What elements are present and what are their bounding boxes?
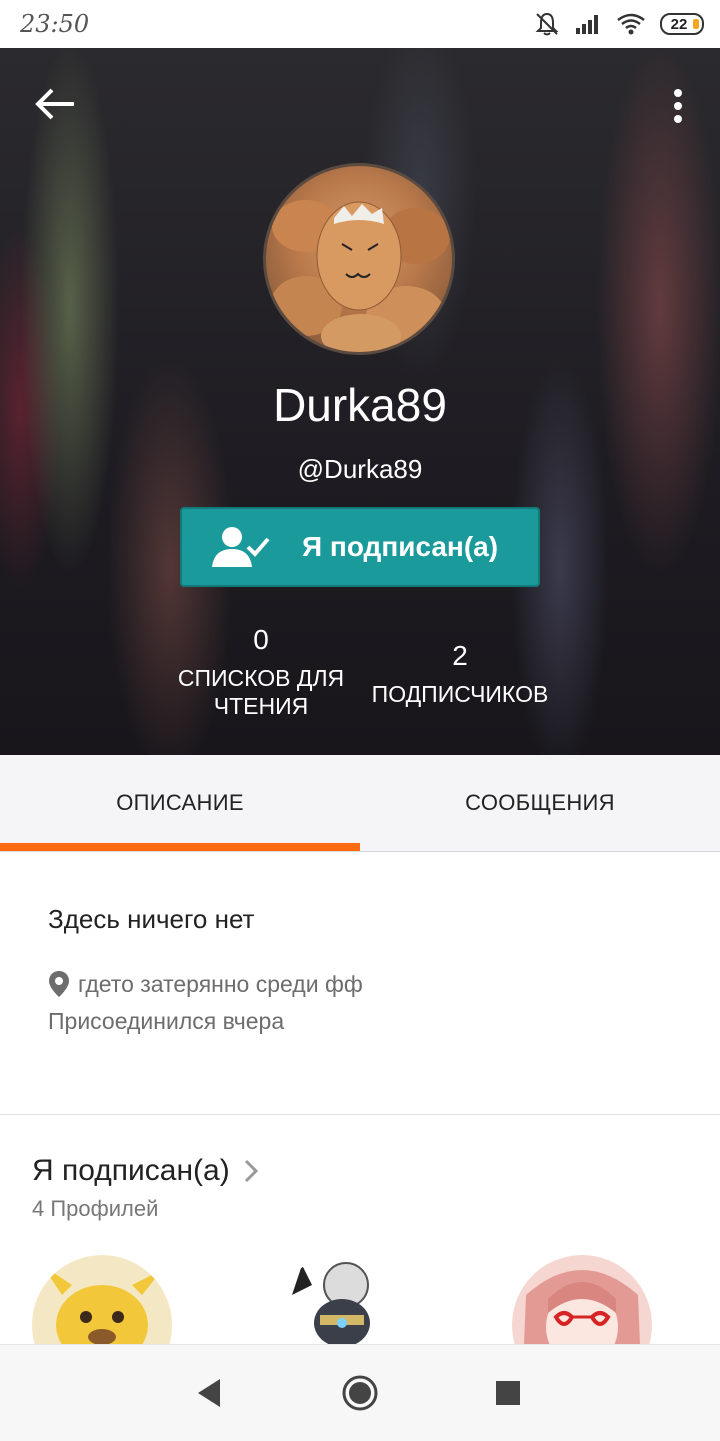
joined-date: Присоединился вчера	[48, 1008, 285, 1034]
following-button-label: Я подписан(а)	[302, 531, 499, 562]
section-divider	[0, 1114, 720, 1115]
wifi-icon	[617, 13, 645, 35]
back-triangle-icon[interactable]	[190, 1373, 230, 1413]
more-vert-icon[interactable]	[670, 88, 686, 124]
following-section-title[interactable]: Я подписан(а)	[32, 1154, 258, 1188]
following-count: 4 Профилей	[32, 1196, 159, 1221]
stat-followers[interactable]: 2 ПОДПИСЧИКОВ	[360, 640, 560, 708]
active-tab-indicator	[0, 843, 360, 851]
location-row: гдето затерянно среди фф	[48, 970, 363, 998]
user-check-icon	[212, 527, 270, 567]
stat-followers-label: ПОДПИСЧИКОВ	[371, 681, 549, 707]
about-description: Здесь ничего нет	[48, 904, 255, 934]
system-nav-bar	[0, 1344, 720, 1441]
status-bar: 23:50 22	[0, 0, 720, 48]
stat-reading-lists-value: 0	[253, 624, 269, 655]
following-button[interactable]: Я подписан(а)	[180, 507, 540, 587]
status-time: 23:50	[20, 10, 90, 38]
recents-square-icon[interactable]	[488, 1373, 528, 1413]
stat-followers-value: 2	[452, 640, 468, 671]
profile-header: Durka89 @Durka89 Я подписан(а) 0 СПИСКОВ…	[0, 48, 720, 755]
stat-reading-lists-label: СПИСКОВ ДЛЯ ЧТЕНИЯ	[177, 665, 345, 719]
bell-muted-icon	[535, 12, 559, 36]
tab-description[interactable]: ОПИСАНИЕ	[0, 755, 360, 851]
display-name: Durka89	[273, 379, 447, 431]
profile-avatar	[263, 163, 455, 355]
location-text: гдето затерянно среди фф	[78, 970, 363, 997]
home-circle-icon[interactable]	[340, 1373, 380, 1413]
location-pin-icon	[49, 971, 69, 997]
profile-tabs: ОПИСАНИЕ СООБЩЕНИЯ	[0, 755, 720, 852]
battery-icon: 22	[660, 13, 704, 35]
status-icons: 22	[534, 10, 704, 38]
chevron-right-icon	[244, 1159, 258, 1183]
about-section: Здесь ничего нет гдето затерянно среди ф…	[0, 852, 720, 1114]
stat-reading-lists[interactable]: 0 СПИСКОВ ДЛЯ ЧТЕНИЯ	[175, 624, 347, 720]
arrow-left-icon[interactable]	[34, 86, 78, 122]
signal-icon	[576, 15, 598, 34]
username-handle: @Durka89	[297, 454, 423, 484]
tab-messages[interactable]: СООБЩЕНИЯ	[360, 755, 720, 851]
battery-level: 22	[670, 15, 688, 33]
egg-avatar-image	[270, 200, 450, 352]
following-title-text: Я подписан(а)	[32, 1154, 230, 1187]
